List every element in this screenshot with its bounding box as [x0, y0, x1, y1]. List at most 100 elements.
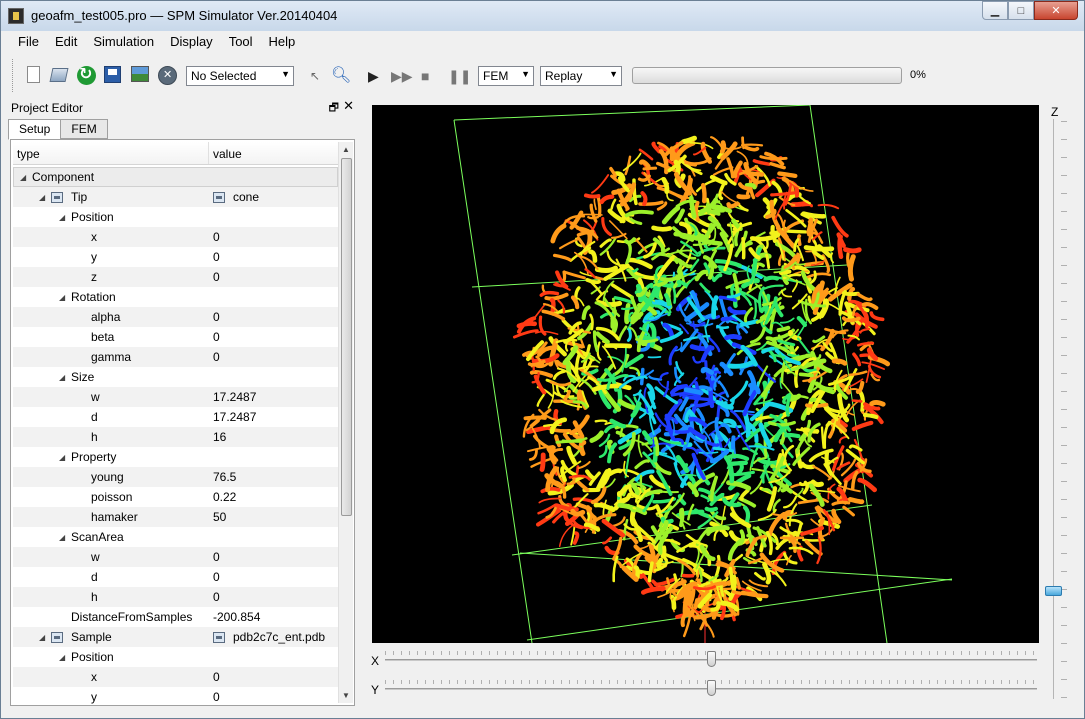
tree-row[interactable]: ◢ Tip cone: [13, 187, 338, 207]
column-type[interactable]: type: [13, 142, 209, 164]
tree-row-value[interactable]: 0: [213, 310, 220, 324]
tree-row[interactable]: h0: [13, 587, 338, 607]
open-folder-icon[interactable]: [49, 68, 69, 82]
close-panel-icon[interactable]: ✕: [343, 98, 354, 114]
tree-row-value[interactable]: 17.2487: [213, 390, 256, 404]
replay-select[interactable]: Replay ▼: [540, 66, 622, 86]
menu-tool[interactable]: Tool: [221, 34, 261, 49]
expand-arrow-icon[interactable]: ◢: [39, 633, 51, 642]
tree-row[interactable]: hamaker 50: [13, 507, 338, 527]
scroll-thumb[interactable]: [341, 158, 352, 516]
tree-row[interactable]: y0: [13, 247, 338, 267]
3d-viewport[interactable]: [372, 105, 1039, 643]
toolbar-grip[interactable]: [12, 59, 15, 92]
expand-arrow-icon[interactable]: ◢: [59, 373, 71, 382]
tree-row[interactable]: young 76.5: [13, 467, 338, 487]
menu-simulation[interactable]: Simulation: [85, 34, 162, 49]
tab-fem[interactable]: FEM: [60, 119, 108, 139]
tree-row[interactable]: ◢ Position: [13, 647, 338, 667]
close-button[interactable]: ✕: [1034, 1, 1078, 20]
tree-row-value[interactable]: cone: [213, 190, 259, 204]
zoom-icon[interactable]: 🔍︎: [331, 65, 351, 85]
mode-select[interactable]: FEM ▼: [478, 66, 534, 86]
tree-row-value[interactable]: 0: [213, 690, 220, 704]
maximize-button[interactable]: □: [1008, 1, 1034, 20]
tree-row-value[interactable]: 0.22: [213, 490, 236, 504]
stop-icon[interactable]: ■: [421, 68, 429, 84]
tree-row-value[interactable]: 0: [213, 330, 220, 344]
tree-row-value[interactable]: 0: [213, 590, 220, 604]
tree-row[interactable]: ◢ Component: [13, 167, 338, 187]
tree-scrollbar[interactable]: ▲ ▼: [338, 142, 353, 703]
tree-row[interactable]: ◢ Position: [13, 207, 338, 227]
tree-row-value[interactable]: 0: [213, 270, 220, 284]
tree-row[interactable]: ◢ Property: [13, 447, 338, 467]
tree-row[interactable]: w 17.2487: [13, 387, 338, 407]
x-slider-handle[interactable]: [707, 651, 716, 667]
tree-row-value[interactable]: pdb2c7c_ent.pdb: [213, 630, 325, 644]
expand-arrow-icon[interactable]: ◢: [59, 533, 71, 542]
tree-row-value[interactable]: 0: [213, 250, 220, 264]
tree-row-value[interactable]: 0: [213, 570, 220, 584]
play-icon[interactable]: ▶: [368, 68, 379, 85]
reload-icon[interactable]: [77, 64, 96, 85]
expand-arrow-icon[interactable]: ◢: [59, 213, 71, 222]
expand-arrow-icon[interactable]: ◢: [20, 173, 32, 182]
tree-row[interactable]: d 17.2487: [13, 407, 338, 427]
menu-help[interactable]: Help: [261, 34, 304, 49]
menu-display[interactable]: Display: [162, 34, 221, 49]
tab-setup[interactable]: Setup: [8, 119, 62, 140]
column-value[interactable]: value: [209, 142, 242, 164]
tree-row[interactable]: poisson 0.22: [13, 487, 338, 507]
tree-row[interactable]: d0: [13, 567, 338, 587]
expand-arrow-icon[interactable]: ◢: [39, 193, 51, 202]
tree-row[interactable]: ◢ Sample pdb2c7c_ent.pdb: [13, 627, 338, 647]
tree-row-value[interactable]: 76.5: [213, 470, 236, 484]
tree-row[interactable]: z0: [13, 267, 338, 287]
tree-row[interactable]: ◢ Size: [13, 367, 338, 387]
tree-row-value[interactable]: 16: [213, 430, 226, 444]
tree-row-value[interactable]: 50: [213, 510, 226, 524]
expand-arrow-icon[interactable]: ◢: [59, 293, 71, 302]
tree-row[interactable]: DistanceFromSamples -200.854: [13, 607, 338, 627]
property-tree[interactable]: type value ◢ Component ◢ Tip cone ◢ Position x 0…: [10, 139, 355, 706]
close-project-icon[interactable]: [158, 66, 177, 85]
tree-row[interactable]: x0: [13, 227, 338, 247]
float-panel-icon[interactable]: 🗗: [329, 99, 339, 118]
z-slider-track[interactable]: [1053, 119, 1054, 699]
new-file-icon[interactable]: [27, 66, 40, 83]
tree-row[interactable]: gamma 0: [13, 347, 338, 367]
tree-row-value[interactable]: 17.2487: [213, 410, 256, 424]
tree-row[interactable]: w0: [13, 547, 338, 567]
tree-row[interactable]: beta 0: [13, 327, 338, 347]
x-slider[interactable]: [385, 651, 1037, 667]
tree-row-value[interactable]: 0: [213, 670, 220, 684]
expand-arrow-icon[interactable]: ◢: [59, 453, 71, 462]
tree-row[interactable]: x0: [13, 667, 338, 687]
tree-row[interactable]: ◢ Rotation: [13, 287, 338, 307]
tree-row-value[interactable]: -200.854: [213, 610, 260, 624]
scroll-down-icon[interactable]: ▼: [342, 691, 350, 700]
tree-row[interactable]: alpha 0: [13, 307, 338, 327]
target-select[interactable]: No Selected ▼: [186, 66, 294, 86]
title-bar[interactable]: geoafm_test005.pro — SPM Simulator Ver.2…: [1, 1, 1084, 31]
tree-row-value[interactable]: 0: [213, 230, 220, 244]
minimize-button[interactable]: ▁: [982, 1, 1008, 20]
tree-row[interactable]: h 16: [13, 427, 338, 447]
menu-edit[interactable]: Edit: [47, 34, 85, 49]
tree-row-value[interactable]: 0: [213, 350, 220, 364]
save-icon[interactable]: [104, 66, 121, 83]
scroll-up-icon[interactable]: ▲: [342, 145, 350, 154]
y-slider-handle[interactable]: [707, 680, 716, 696]
y-slider[interactable]: [385, 680, 1037, 696]
fast-forward-icon[interactable]: ▶▶: [391, 68, 413, 85]
expand-arrow-icon[interactable]: ◢: [59, 653, 71, 662]
tree-row[interactable]: y0: [13, 687, 338, 705]
menu-file[interactable]: File: [10, 34, 47, 49]
z-slider-handle[interactable]: [1045, 586, 1062, 596]
pointer-icon[interactable]: ↖: [310, 69, 320, 83]
export-image-icon[interactable]: [131, 66, 149, 82]
tree-row[interactable]: ◢ ScanArea: [13, 527, 338, 547]
tree-row-value[interactable]: 0: [213, 550, 220, 564]
pause-icon[interactable]: ❚❚: [448, 68, 471, 85]
